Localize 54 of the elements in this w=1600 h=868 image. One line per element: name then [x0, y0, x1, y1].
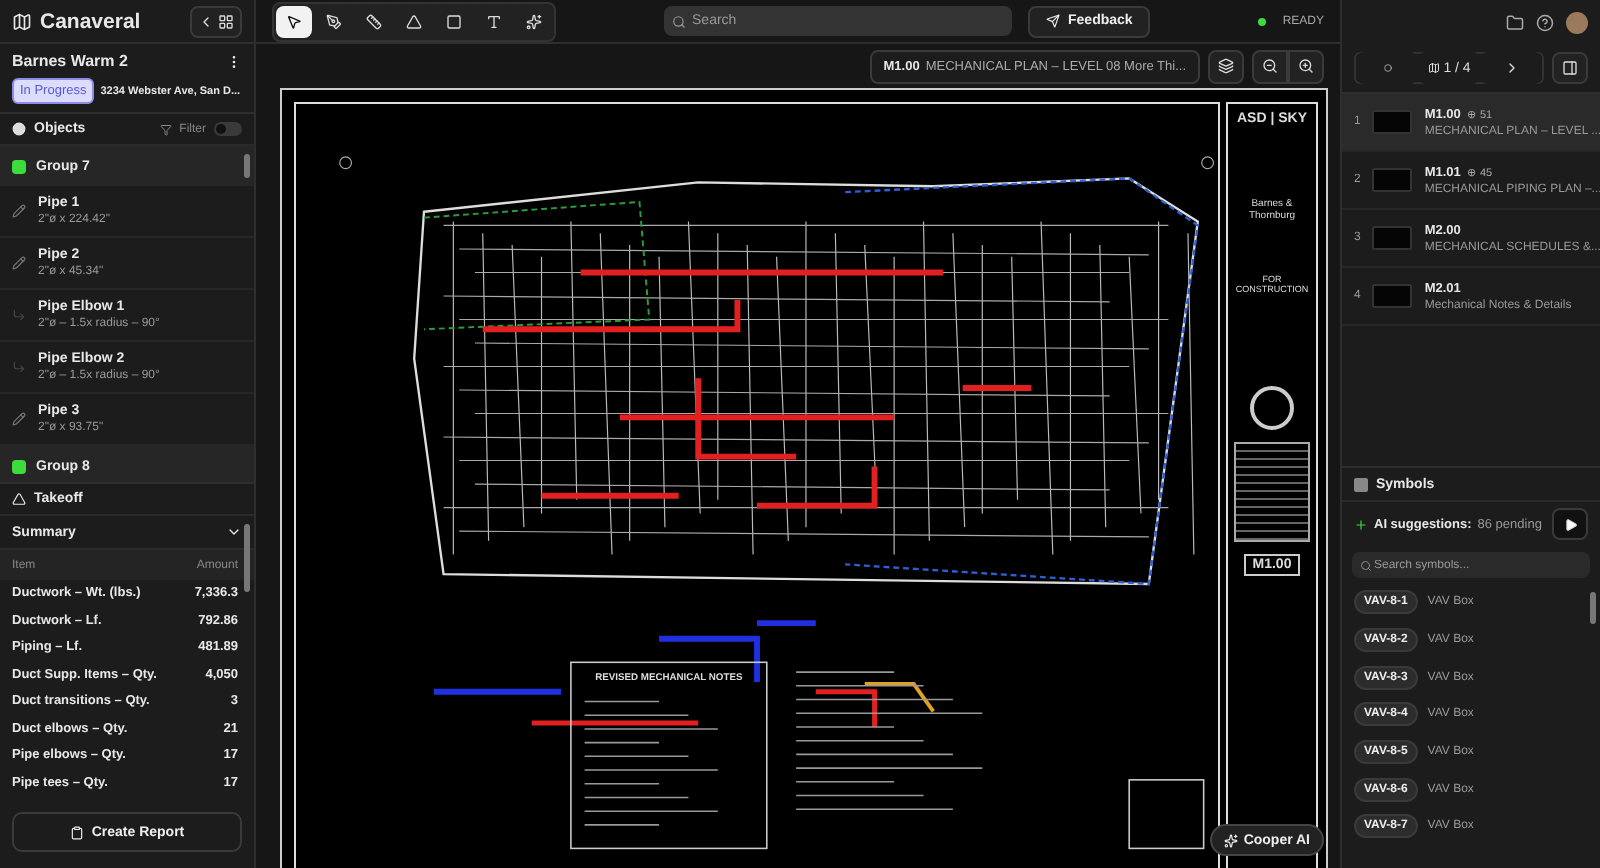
- sheet-thumbnail: [1372, 110, 1413, 134]
- project-title: Barnes Warm 2: [12, 52, 130, 70]
- select-icon: [286, 13, 302, 29]
- revision-table: [1234, 442, 1310, 542]
- logo-icon: [12, 11, 32, 31]
- panel-toggle-button[interactable]: [1552, 52, 1588, 84]
- status-dot: [1258, 17, 1267, 25]
- play-button[interactable]: [1552, 508, 1588, 540]
- paper-plane-icon: [1046, 14, 1061, 28]
- pipe-icon: [12, 412, 26, 426]
- layers-icon: [1218, 58, 1234, 74]
- help-icon: [1536, 13, 1554, 31]
- search-icon: [672, 14, 687, 28]
- collapse-button[interactable]: [190, 5, 242, 37]
- clipboard-icon: [69, 825, 84, 839]
- filter-toggle[interactable]: [214, 122, 242, 136]
- sheet-thumbnail: [1372, 226, 1413, 250]
- select-tool[interactable]: [276, 5, 312, 37]
- sheet-thumbnail: [1372, 168, 1413, 192]
- map-icon: [1427, 62, 1440, 74]
- circle-icon: [1383, 64, 1391, 72]
- avatar[interactable]: [1566, 11, 1588, 33]
- count-icon: [406, 13, 422, 29]
- pipe-icon: [12, 204, 26, 218]
- zoom-out-button[interactable]: [1252, 49, 1288, 83]
- takeoff-icon: [12, 492, 26, 506]
- seal-icon: [1250, 386, 1294, 430]
- scrollbar[interactable]: [244, 524, 250, 592]
- zoom-in-button[interactable]: [1288, 49, 1324, 83]
- play-icon: [1563, 517, 1577, 531]
- ruler-icon: [366, 13, 382, 29]
- grid-icon: [218, 13, 234, 29]
- ai-icon: [526, 13, 542, 29]
- elbow-icon: [12, 360, 26, 374]
- sheet-thumbnail: [1372, 284, 1413, 308]
- filter-icon: [159, 123, 172, 135]
- symbols-icon: [1354, 477, 1368, 491]
- elbow-icon: [12, 308, 26, 322]
- app-name: Canaveral: [40, 9, 143, 33]
- chevron-down-icon: [226, 524, 242, 540]
- area-icon: [446, 13, 462, 29]
- search-icon: [1360, 559, 1372, 571]
- layers-button[interactable]: [1208, 49, 1244, 83]
- zoom-out-icon: [1262, 58, 1278, 74]
- text-icon: [486, 13, 502, 29]
- zoom-in-icon: [1298, 58, 1314, 74]
- folder-icon: [1506, 13, 1524, 31]
- objects-icon: [12, 122, 26, 136]
- pipe-icon: [12, 256, 26, 270]
- scrollbar[interactable]: [244, 154, 250, 178]
- chevron-left-icon: [198, 13, 214, 29]
- scrollbar[interactable]: [1590, 592, 1596, 624]
- panel-icon: [1562, 60, 1578, 76]
- measure-icon: [326, 13, 342, 29]
